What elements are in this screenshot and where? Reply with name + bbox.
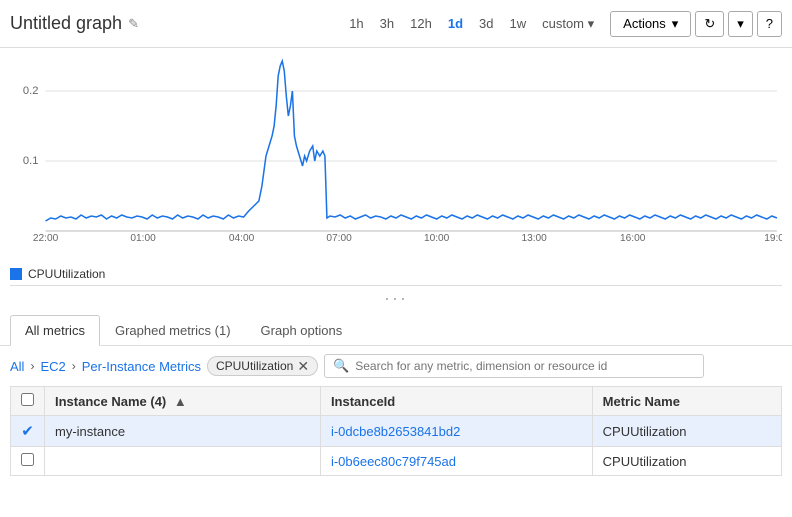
- breadcrumb-sep-2: ›: [72, 359, 76, 373]
- breadcrumb-sep-1: ›: [30, 359, 34, 373]
- refresh-button[interactable]: ↻: [695, 11, 724, 37]
- table-header-instance-id[interactable]: InstanceId: [320, 387, 592, 416]
- table-header-checkbox: [11, 387, 45, 416]
- time-btn-1h[interactable]: 1h: [345, 14, 367, 33]
- actions-label: Actions: [623, 16, 666, 31]
- header-buttons: Actions ▾ ↻ ▾ ?: [610, 11, 782, 37]
- filter-tag-close[interactable]: ✕: [297, 359, 309, 373]
- graph-title: Untitled graph: [10, 13, 122, 34]
- time-btn-12h[interactable]: 12h: [406, 14, 436, 33]
- tab-all-metrics[interactable]: All metrics: [10, 315, 100, 346]
- table-header-instance-name[interactable]: Instance Name (4) ▲: [45, 387, 321, 416]
- row-2-instance-name: [45, 447, 321, 476]
- time-btn-3d[interactable]: 3d: [475, 14, 497, 33]
- edit-icon[interactable]: ✎: [128, 16, 139, 32]
- row-1-instance-name: my-instance: [45, 416, 321, 447]
- tabs-container: All metrics Graphed metrics (1) Graph op…: [0, 315, 792, 346]
- row-1-metric-name: CPUUtilization: [592, 416, 781, 447]
- row-1-checkbox-checked[interactable]: ✔: [21, 423, 34, 440]
- svg-text:01:00: 01:00: [130, 233, 156, 241]
- legend-color-box: [10, 268, 22, 280]
- header: Untitled graph ✎ 1h 3h 12h 1d 3d 1w cust…: [0, 0, 792, 48]
- metrics-area: All › EC2 › Per-Instance Metrics CPUUtil…: [0, 346, 792, 484]
- row-2-checkbox-cell: [11, 447, 45, 476]
- chart-container: 0.2 0.1 22:00 01:00 04:00 07:00 10:00 13…: [10, 56, 782, 241]
- breadcrumb-all[interactable]: All: [10, 359, 24, 374]
- time-btn-1w[interactable]: 1w: [505, 14, 530, 33]
- chart-svg: 0.2 0.1 22:00 01:00 04:00 07:00 10:00 13…: [10, 56, 782, 241]
- filter-tag-label: CPUUtilization: [216, 359, 293, 373]
- table-header-metric-name[interactable]: Metric Name: [592, 387, 781, 416]
- time-btn-custom[interactable]: custom ▾: [538, 14, 598, 34]
- filter-tag: CPUUtilization ✕: [207, 356, 318, 376]
- svg-text:19:00: 19:00: [764, 233, 782, 241]
- select-all-checkbox[interactable]: [21, 393, 34, 406]
- breadcrumb-row: All › EC2 › Per-Instance Metrics CPUUtil…: [10, 354, 782, 378]
- row-1-checkbox-cell: ✔: [11, 416, 45, 447]
- tab-graph-options[interactable]: Graph options: [246, 315, 358, 345]
- svg-text:04:00: 04:00: [229, 233, 255, 241]
- collapse-handle[interactable]: ···: [0, 286, 792, 311]
- svg-text:10:00: 10:00: [424, 233, 450, 241]
- row-2-checkbox[interactable]: [21, 453, 34, 466]
- row-2-instance-id: i-0b6eec80c79f745ad: [320, 447, 592, 476]
- svg-text:16:00: 16:00: [620, 233, 646, 241]
- svg-text:07:00: 07:00: [326, 233, 352, 241]
- actions-dropdown-icon: ▾: [672, 16, 679, 32]
- svg-text:22:00: 22:00: [33, 233, 59, 241]
- metrics-table: Instance Name (4) ▲ InstanceId Metric Na…: [10, 386, 782, 476]
- actions-button[interactable]: Actions ▾: [610, 11, 691, 37]
- sort-icon: ▲: [174, 394, 187, 409]
- chart-legend: CPUUtilization: [0, 263, 792, 285]
- time-btn-1d[interactable]: 1d: [444, 14, 467, 33]
- tab-graphed-metrics[interactable]: Graphed metrics (1): [100, 315, 246, 345]
- table-header-row: Instance Name (4) ▲ InstanceId Metric Na…: [11, 387, 782, 416]
- svg-text:0.1: 0.1: [23, 155, 39, 167]
- search-input[interactable]: [355, 359, 695, 373]
- legend-label: CPUUtilization: [28, 267, 105, 281]
- help-button[interactable]: ?: [757, 11, 782, 37]
- svg-text:13:00: 13:00: [521, 233, 547, 241]
- table-row: i-0b6eec80c79f745ad CPUUtilization: [11, 447, 782, 476]
- row-2-metric-name: CPUUtilization: [592, 447, 781, 476]
- table-row: ✔ my-instance i-0dcbe8b2653841bd2 CPUUti…: [11, 416, 782, 447]
- chart-area: 0.2 0.1 22:00 01:00 04:00 07:00 10:00 13…: [0, 48, 792, 263]
- search-icon: 🔍: [333, 358, 349, 374]
- dropdown-button[interactable]: ▾: [728, 11, 753, 37]
- row-1-instance-id: i-0dcbe8b2653841bd2: [320, 416, 592, 447]
- search-box[interactable]: 🔍: [324, 354, 704, 378]
- svg-text:0.2: 0.2: [23, 85, 39, 97]
- time-btn-3h[interactable]: 3h: [376, 14, 398, 33]
- breadcrumb-ec2[interactable]: EC2: [40, 359, 65, 374]
- breadcrumb-per-instance[interactable]: Per-Instance Metrics: [82, 359, 201, 374]
- time-controls: 1h 3h 12h 1d 3d 1w custom ▾: [345, 14, 598, 34]
